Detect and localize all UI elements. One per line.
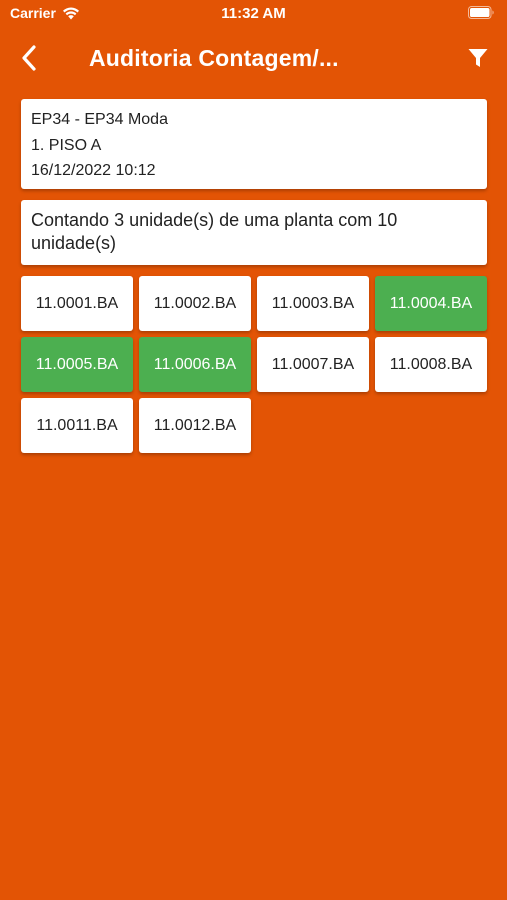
filter-button[interactable] [465, 47, 491, 73]
store-name: EP34 - EP34 Moda [31, 111, 168, 128]
unit-code: 11.0003.BA [271, 294, 355, 312]
unit-code: 11.0001.BA [35, 294, 119, 312]
unit-code: 11.0007.BA [271, 355, 355, 373]
unit-tile[interactable]: 11.0008.BA [375, 337, 487, 392]
unit-code: 11.0006.BA [153, 355, 237, 373]
chevron-left-icon [21, 44, 37, 76]
unit-tile[interactable]: 11.0003.BA [257, 276, 369, 331]
location-info-card: EP34 - EP34 Moda 1. PISO A 16/12/2022 10… [21, 99, 487, 189]
unit-tile[interactable]: 11.0004.BA [375, 276, 487, 331]
status-time: 11:32 AM [221, 5, 286, 22]
unit-code: 11.0008.BA [389, 355, 473, 373]
unit-tile[interactable]: 11.0001.BA [21, 276, 133, 331]
count-summary-text: Contando 3 unidade(s) de uma planta com … [31, 210, 398, 253]
back-button[interactable] [14, 42, 44, 78]
unit-tile[interactable]: 11.0012.BA [139, 398, 251, 453]
unit-code: 11.0005.BA [35, 355, 119, 373]
battery-icon [468, 6, 495, 19]
unit-code: 11.0012.BA [153, 416, 237, 434]
units-grid: 11.0001.BA 11.0002.BA 11.0003.BA 11.0004… [21, 276, 489, 453]
status-bar: Carrier 11:32 AM [0, 0, 507, 28]
filter-icon [467, 47, 489, 74]
page-title: Auditoria Contagem/... [89, 45, 339, 71]
unit-code: 11.0011.BA [36, 416, 118, 434]
count-summary-card: Contando 3 unidade(s) de uma planta com … [21, 200, 487, 265]
unit-tile[interactable]: 11.0005.BA [21, 337, 133, 392]
floor-name: 1. PISO A [31, 136, 102, 154]
unit-tile[interactable]: 11.0007.BA [257, 337, 369, 392]
nav-bar: Auditoria Contagem/... [0, 28, 507, 92]
unit-tile[interactable]: 11.0011.BA [21, 398, 133, 453]
unit-tile[interactable]: 11.0002.BA [139, 276, 251, 331]
unit-code: 11.0002.BA [153, 294, 237, 312]
unit-tile[interactable]: 11.0006.BA [139, 337, 251, 392]
unit-code: 11.0004.BA [389, 294, 473, 312]
audit-datetime: 16/12/2022 10:12 [31, 162, 156, 179]
